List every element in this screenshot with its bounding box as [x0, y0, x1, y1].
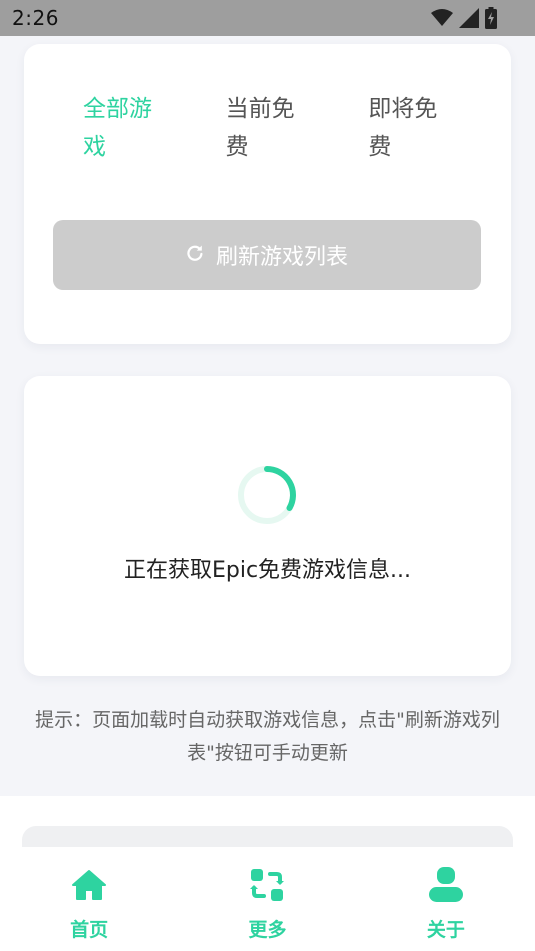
home-icon	[69, 865, 109, 905]
nav-label-about: 关于	[426, 919, 465, 941]
status-time: 2:26	[12, 6, 59, 30]
exchange-icon	[247, 865, 287, 905]
nav-item-home[interactable]: 首页	[0, 847, 178, 951]
nav-item-about[interactable]: 关于	[357, 847, 535, 951]
tab-upcoming-free[interactable]: 即将免费	[338, 88, 481, 232]
tab-label: 即将免费	[368, 96, 438, 160]
tab-bar: 全部游戏 当前免费 即将免费	[53, 88, 481, 234]
refresh-button-label: 刷新游戏列表	[215, 245, 348, 270]
loading-message: 正在获取Epic免费游戏信息...	[123, 558, 412, 583]
tab-label: 全部游戏	[83, 96, 152, 160]
loading-card: 正在获取Epic免费游戏信息...	[24, 376, 511, 676]
refresh-icon	[186, 243, 204, 268]
game-filter-card: 全部游戏 当前免费 即将免费 刷新游戏列表	[24, 44, 511, 344]
status-bar: 2:26	[0, 0, 535, 36]
refresh-game-list-button[interactable]: 刷新游戏列表	[53, 220, 481, 290]
signal-icon	[459, 8, 479, 28]
tab-currently-free[interactable]: 当前免费	[196, 88, 339, 232]
tab-label: 当前免费	[225, 96, 295, 160]
status-icons	[431, 7, 497, 29]
user-icon	[426, 865, 466, 905]
loading-spinner-icon	[238, 466, 296, 524]
bottom-navigation: 首页 更多 关于	[0, 847, 535, 951]
wifi-icon	[431, 9, 453, 27]
tab-all-games[interactable]: 全部游戏	[53, 88, 196, 234]
nav-label-home: 首页	[70, 919, 109, 941]
nav-item-more[interactable]: 更多	[178, 847, 356, 951]
nav-label-more: 更多	[248, 919, 287, 941]
hint-text: 提示：页面加载时自动获取游戏信息，点击"刷新游戏列表"按钮可手动更新	[35, 709, 500, 764]
battery-charging-icon	[485, 7, 497, 29]
